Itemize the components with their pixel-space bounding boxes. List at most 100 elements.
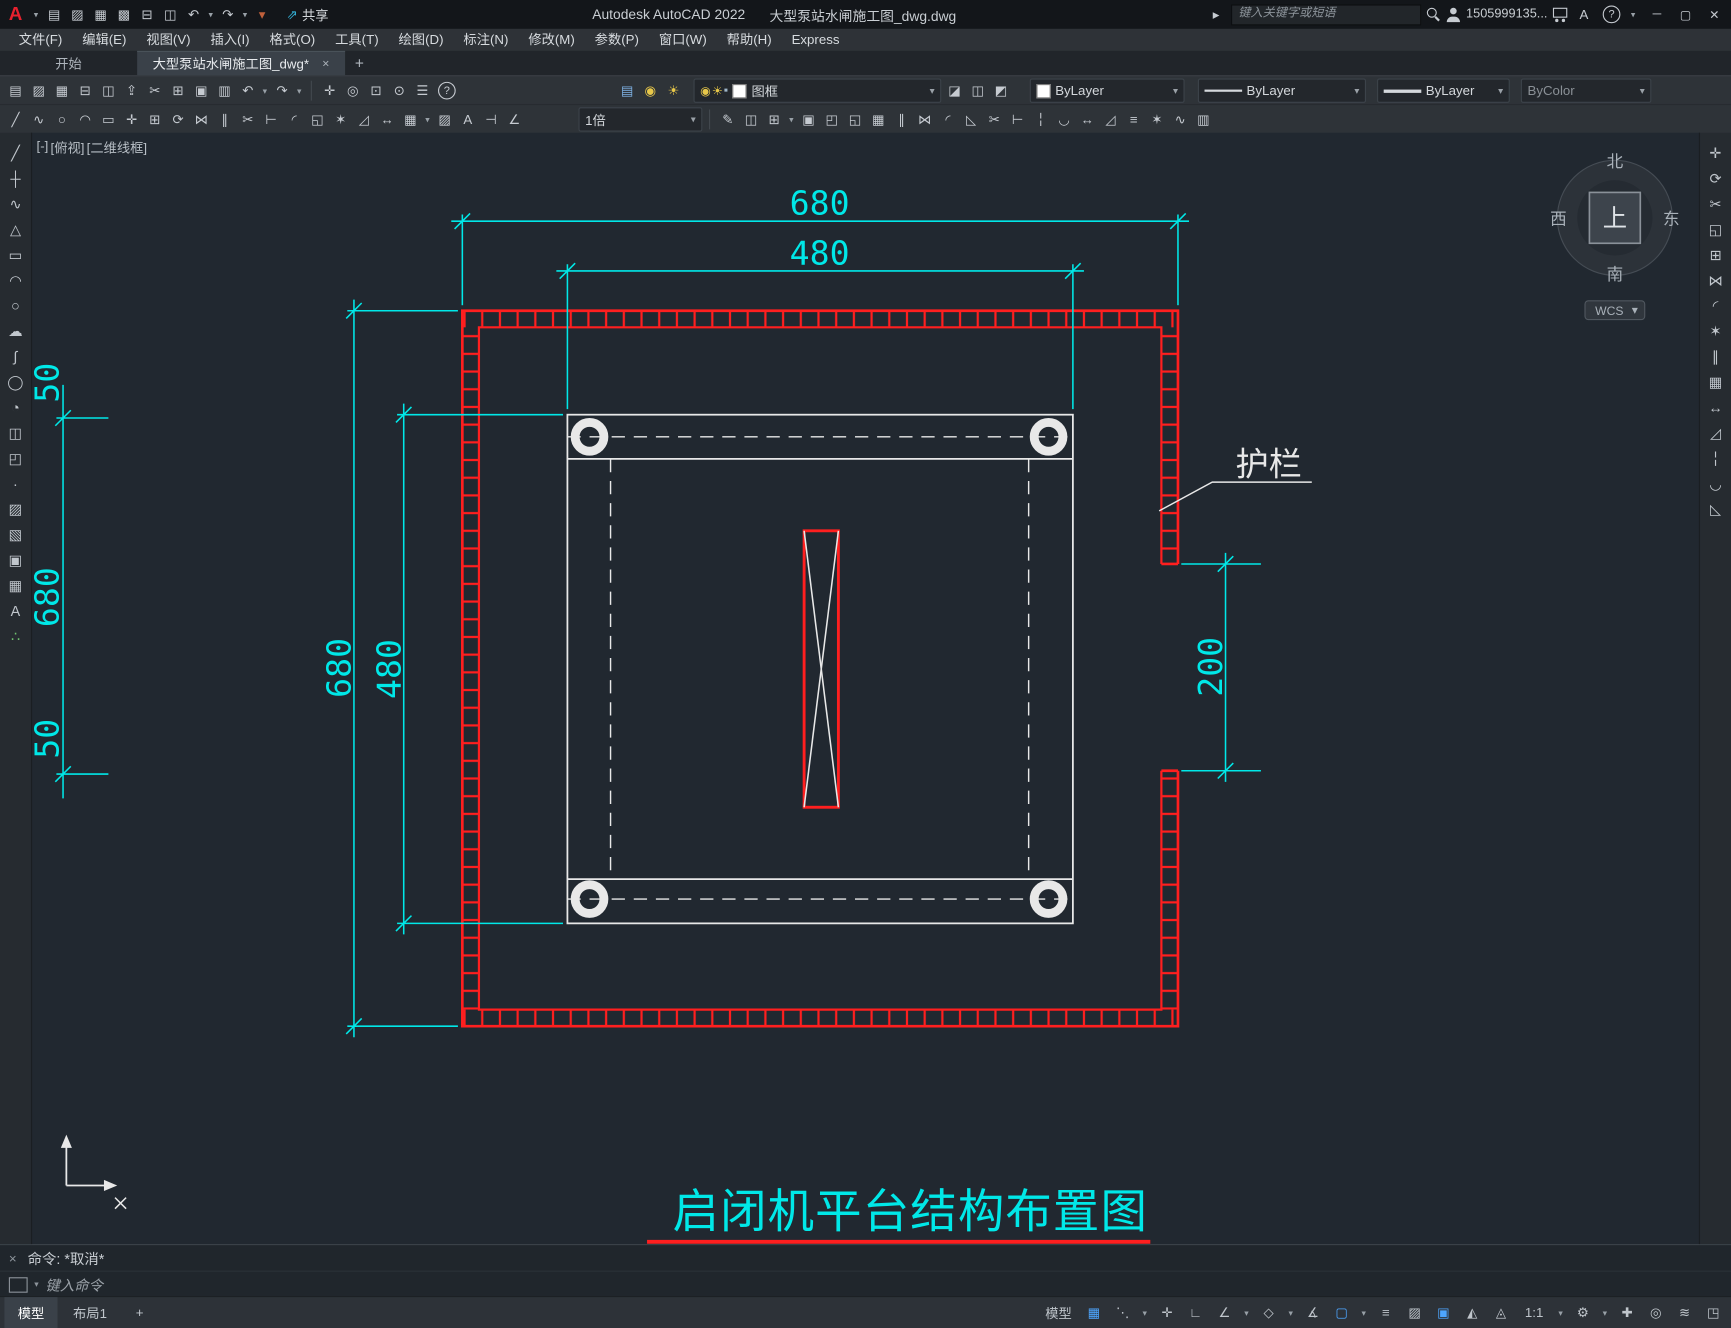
text-icon[interactable]: A — [457, 108, 479, 130]
chamfer-icon[interactable]: ◺ — [1702, 498, 1729, 521]
view-cube[interactable]: 上 北 西 东 南 WCS ▾ — [1550, 152, 1680, 321]
dim-chain-50-bottom[interactable]: 50 — [31, 719, 67, 759]
menu-tools[interactable]: 工具(T) — [325, 29, 388, 51]
qnew-icon[interactable]: ▤ — [43, 3, 65, 25]
menu-modify[interactable]: 修改(M) — [518, 29, 584, 51]
help-icon[interactable]: ? — [1602, 5, 1621, 24]
open-icon[interactable]: ▨ — [28, 80, 50, 102]
autocad-logo[interactable]: A — [2, 2, 29, 26]
line-icon[interactable]: ╱ — [4, 108, 26, 130]
undo-icon[interactable]: ↶ — [237, 80, 259, 102]
annotation-visibility-icon[interactable]: ◭ — [1459, 1300, 1486, 1324]
multiline-text-icon[interactable]: A — [2, 599, 29, 622]
qnew-icon[interactable]: ▤ — [4, 80, 26, 102]
move-icon[interactable]: ✛ — [121, 108, 143, 130]
selection-cycling-icon[interactable]: ▣ — [1430, 1300, 1457, 1324]
isodraft-icon-dropdown[interactable]: ▾ — [1284, 1300, 1297, 1324]
layer-control[interactable]: ◉ ☀ ▪ 图框 ▾ — [693, 78, 942, 103]
fillet-icon[interactable]: ◜ — [937, 108, 959, 130]
linetype-control[interactable]: ByLayer ▾ — [1197, 78, 1366, 103]
redo-icon[interactable]: ↷ — [271, 80, 293, 102]
open-icon[interactable]: ▨ — [66, 3, 88, 25]
view-cube-south[interactable]: 南 — [1607, 265, 1624, 284]
menu-insert[interactable]: 插入(I) — [201, 29, 260, 51]
undo-icon-dropdown[interactable]: ▾ — [260, 80, 270, 102]
leader-line[interactable] — [1158, 481, 1312, 512]
menu-help[interactable]: 帮助(H) — [717, 29, 782, 51]
explode-icon[interactable]: ✶ — [1702, 320, 1729, 343]
pan-icon[interactable]: ✛ — [319, 80, 341, 102]
layer-off-icon[interactable]: ◉ — [639, 80, 661, 102]
wblock-icon[interactable]: ▣ — [797, 108, 819, 130]
scale-icon[interactable]: ◿ — [1099, 108, 1121, 130]
erase-icon[interactable]: ◱ — [306, 108, 328, 130]
lineweight-icon[interactable]: ≡ — [1373, 1300, 1400, 1324]
guardrail-outline[interactable] — [461, 309, 1180, 1028]
dynamic-input-icon[interactable]: ✛ — [1154, 1300, 1181, 1324]
menu-express[interactable]: Express — [782, 29, 850, 51]
graphics-performance-icon[interactable]: ≋ — [1671, 1300, 1698, 1324]
trim-icon[interactable]: ✂ — [237, 108, 259, 130]
visual-style-control[interactable]: [二维线框] — [87, 138, 147, 157]
layer-match-icon[interactable]: ◫ — [967, 80, 989, 102]
osnap-icon[interactable]: ▢ — [1328, 1300, 1355, 1324]
copy-icon[interactable]: ⊞ — [167, 80, 189, 102]
rotate-icon[interactable]: ⟳ — [1702, 167, 1729, 190]
user-icon[interactable] — [1446, 7, 1461, 22]
osnap-tracking-icon[interactable]: ∡ — [1300, 1300, 1327, 1324]
dim-top-480[interactable]: 480 — [790, 233, 850, 272]
add-selected-icon[interactable]: ∴ — [2, 625, 29, 648]
circle-icon[interactable]: ○ — [51, 108, 73, 130]
color-control[interactable]: ByLayer ▾ — [1029, 78, 1185, 103]
fillet-icon[interactable]: ◜ — [1702, 294, 1729, 317]
view-control[interactable]: [俯视] — [51, 138, 85, 157]
scale-icon[interactable]: ◿ — [1702, 421, 1729, 444]
block-icon[interactable]: ◫ — [740, 108, 762, 130]
platform-structure[interactable] — [566, 413, 1074, 925]
menu-dimension[interactable]: 标注(N) — [453, 29, 518, 51]
menu-view[interactable]: 视图(V) — [136, 29, 200, 51]
snap-icon-dropdown[interactable]: ▾ — [1138, 1300, 1151, 1324]
explode-icon[interactable]: ✶ — [1146, 108, 1168, 130]
tab-document[interactable]: 大型泵站水闸施工图_dwg* × — [137, 50, 345, 76]
move-icon[interactable]: ✛ — [1702, 142, 1729, 165]
polyline-icon[interactable]: ∿ — [28, 108, 50, 130]
drawing-title[interactable]: 启闭机平台结构布置图 — [673, 1185, 1148, 1237]
line-icon[interactable]: ╱ — [2, 142, 29, 165]
array-icon-dropdown[interactable]: ▾ — [423, 108, 433, 130]
align-icon[interactable]: ≡ — [1123, 108, 1145, 130]
layer-freeze-icon[interactable]: ☀ — [663, 80, 685, 102]
lineweight-control[interactable]: ByLayer ▾ — [1377, 78, 1510, 103]
redo-icon-dropdown[interactable]: ▾ — [294, 80, 304, 102]
transparency-icon[interactable]: ▨ — [1401, 1300, 1428, 1324]
zoom-realtime-icon[interactable]: ◎ — [342, 80, 364, 102]
menu-parametric[interactable]: 参数(P) — [585, 29, 649, 51]
share-button[interactable]: ⇗ 共享 — [286, 5, 328, 24]
linetype-edit-icon[interactable]: ✎ — [717, 108, 739, 130]
linetype-dropdown-icon[interactable]: ▾ — [1354, 85, 1359, 97]
menu-window[interactable]: 窗口(W) — [649, 29, 717, 51]
autodesk-apps-icon[interactable]: A — [1573, 3, 1595, 25]
table-icon[interactable]: ▦ — [2, 574, 29, 597]
tab-close-icon[interactable]: × — [322, 57, 329, 70]
bolt-circles[interactable] — [570, 418, 1068, 918]
array-rect-icon[interactable]: ▦ — [867, 108, 889, 130]
hidden-beam-lines[interactable] — [567, 436, 1073, 900]
group-icon[interactable]: ◰ — [821, 108, 843, 130]
view-cube-top-label[interactable]: 上 — [1603, 206, 1627, 233]
help-icon[interactable]: ? — [438, 81, 456, 100]
make-block-icon[interactable]: ◰ — [2, 447, 29, 470]
offset-icon[interactable]: ∥ — [213, 108, 235, 130]
match-properties-icon[interactable]: ▥ — [213, 80, 235, 102]
save-as-icon[interactable]: ▩ — [113, 3, 135, 25]
paste-icon[interactable]: ▣ — [190, 80, 212, 102]
viewport-menu-control[interactable]: [-] — [37, 138, 49, 157]
workspace-switching-icon-dropdown[interactable]: ▾ — [1598, 1300, 1611, 1324]
annotation-scale-label[interactable]: 1:1 — [1516, 1300, 1551, 1324]
batch-plot-icon[interactable]: ◫ — [159, 3, 181, 25]
command-input[interactable]: 键入命令 — [45, 1274, 103, 1295]
mirror-icon[interactable]: ⋈ — [1702, 269, 1729, 292]
dim-top-680[interactable]: 680 — [790, 184, 850, 223]
gradient-icon[interactable]: ▧ — [2, 523, 29, 546]
annotation-scale-label-dropdown[interactable]: ▾ — [1554, 1300, 1567, 1324]
